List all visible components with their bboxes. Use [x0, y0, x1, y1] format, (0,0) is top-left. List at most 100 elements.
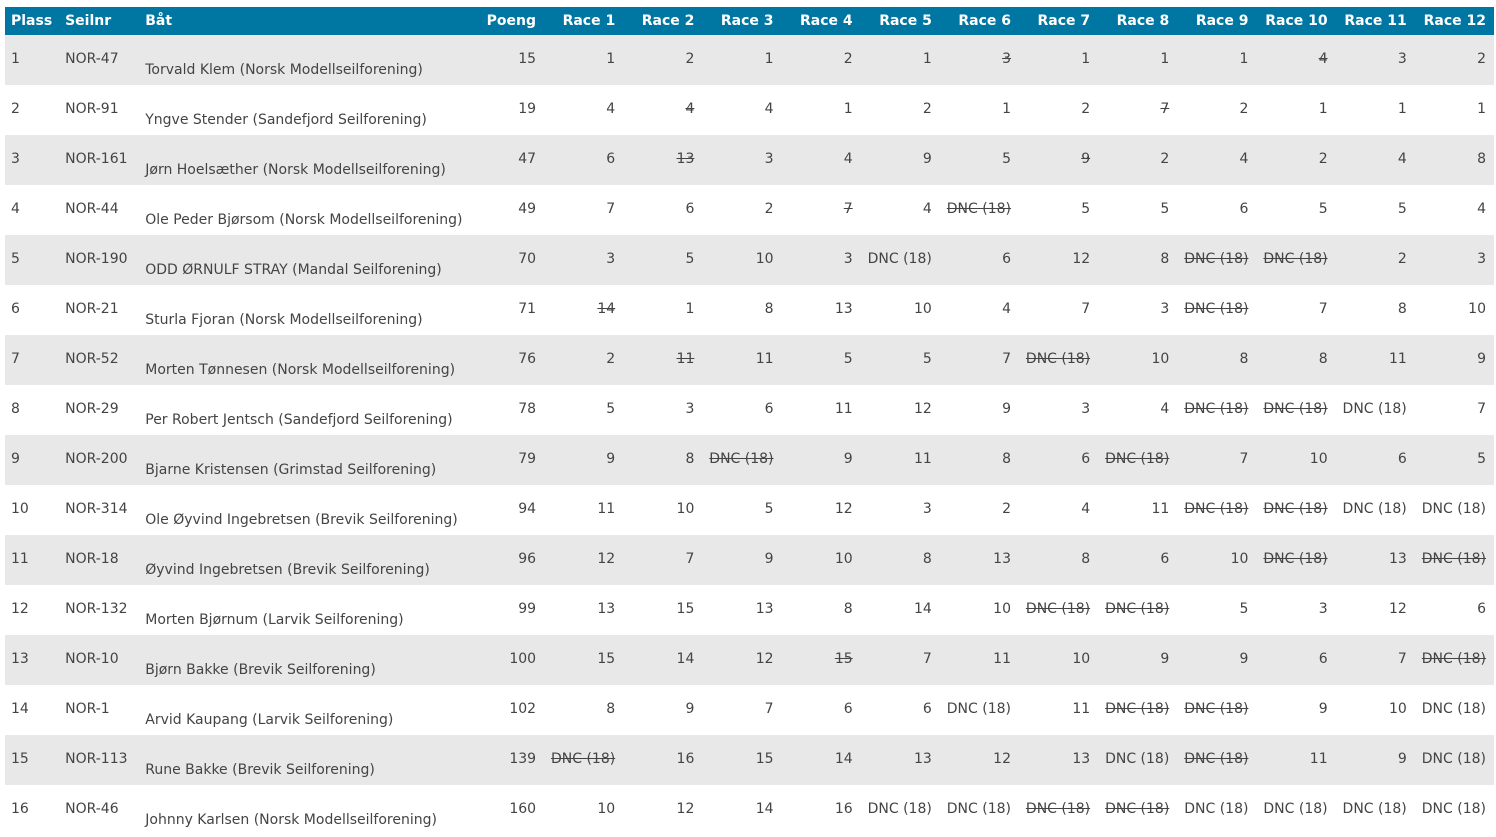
header-baat[interactable]: Båt	[139, 7, 478, 35]
cell-race-1: 15	[544, 635, 623, 685]
header-seilnr[interactable]: Seilnr	[59, 7, 139, 35]
race-score: 3	[606, 251, 616, 267]
race-score: 16	[676, 751, 695, 767]
header-poeng[interactable]: Poeng	[478, 7, 544, 35]
discarded-score: DNC (18)	[1184, 401, 1249, 417]
cell-race-3: 4	[702, 85, 781, 135]
cell-race-9: DNC (18)	[1177, 685, 1256, 735]
race-score: 13	[834, 301, 853, 317]
header-race-5[interactable]: Race 5	[861, 7, 940, 35]
cell-race-6: 6	[940, 235, 1019, 285]
race-score: 10	[1072, 651, 1091, 667]
cell-race-10: DNC (18)	[1256, 385, 1335, 435]
race-score: 9	[922, 151, 932, 167]
cell-race-3: 15	[702, 735, 781, 785]
cell-boat: Bjarne Kristensen (Grimstad Seilforening…	[145, 462, 437, 478]
race-score: 9	[1477, 351, 1486, 367]
race-score: 4	[922, 201, 932, 217]
race-score: 6	[606, 151, 616, 167]
cell-race-3: DNC (18)	[702, 435, 781, 485]
cell-race-1: 8	[544, 685, 623, 735]
race-score: 8	[1239, 351, 1249, 367]
header-plass[interactable]: Plass	[5, 7, 59, 35]
header-race-4[interactable]: Race 4	[782, 7, 861, 35]
cell-race-5: 12	[861, 385, 940, 435]
cell-seilnr: NOR-113	[65, 751, 128, 767]
race-score: 4	[1081, 501, 1091, 517]
cell-race-8: 6	[1098, 535, 1177, 585]
cell-plass: 3	[11, 151, 20, 167]
discarded-score: DNC (18)	[1421, 651, 1486, 667]
race-score: 11	[1309, 751, 1328, 767]
cell-race-8: DNC (18)	[1098, 785, 1177, 835]
race-score: DNC (18)	[1421, 801, 1486, 817]
header-race-6[interactable]: Race 6	[940, 7, 1019, 35]
header-race-1[interactable]: Race 1	[544, 7, 623, 35]
cell-race-3: 12	[702, 635, 781, 685]
race-score: 8	[843, 601, 853, 617]
cell-race-6: 8	[940, 435, 1019, 485]
race-score: 2	[1002, 501, 1011, 517]
race-score: DNC (18)	[946, 701, 1011, 717]
table-row: 2 NOR-91 Yngve Stender (Sandefjord Seilfor…	[5, 85, 1494, 135]
race-score: 2	[1397, 251, 1407, 267]
cell-race-3: 9	[702, 535, 781, 585]
cell-race-7: 2	[1019, 85, 1098, 135]
discarded-score: DNC (18)	[1184, 701, 1249, 717]
race-score: 12	[755, 651, 774, 667]
header-race-8[interactable]: Race 8	[1098, 7, 1177, 35]
discarded-score: 13	[676, 151, 695, 167]
race-score: 7	[1081, 301, 1091, 317]
header-race-2[interactable]: Race 2	[623, 7, 702, 35]
cell-race-11: 6	[1336, 435, 1415, 485]
race-score: 2	[922, 101, 932, 117]
race-score: 3	[1160, 301, 1170, 317]
cell-race-5: 5	[861, 335, 940, 385]
cell-race-7: DNC (18)	[1019, 335, 1098, 385]
discarded-score: DNC (18)	[1263, 251, 1328, 267]
cell-race-1: 10	[544, 785, 623, 835]
cell-poeng: 160	[509, 801, 537, 817]
race-score: 9	[1318, 701, 1328, 717]
cell-race-7: DNC (18)	[1019, 785, 1098, 835]
header-race-7[interactable]: Race 7	[1019, 7, 1098, 35]
cell-poeng: 19	[518, 101, 537, 117]
race-score: 10	[993, 601, 1011, 617]
race-score: 6	[1477, 601, 1486, 617]
discarded-score: 9	[1081, 151, 1091, 167]
race-score: 10	[1388, 701, 1407, 717]
race-score: 7	[1318, 301, 1328, 317]
cell-poeng: 71	[518, 301, 537, 317]
race-score: 5	[685, 251, 695, 267]
header-race-9[interactable]: Race 9	[1177, 7, 1256, 35]
discarded-score: DNC (18)	[1184, 501, 1249, 517]
cell-race-6: 3	[940, 35, 1019, 85]
header-race-11[interactable]: Race 11	[1336, 7, 1415, 35]
header-race-10[interactable]: Race 10	[1256, 7, 1335, 35]
cell-race-10: DNC (18)	[1256, 785, 1335, 835]
race-score: 11	[914, 451, 932, 467]
cell-poeng: 100	[509, 651, 537, 667]
cell-seilnr: NOR-52	[65, 351, 119, 367]
race-score: 3	[1081, 401, 1091, 417]
cell-race-12: DNC (18)	[1415, 635, 1494, 685]
header-race-3[interactable]: Race 3	[702, 7, 781, 35]
race-score: 5	[764, 501, 774, 517]
discarded-score: DNC (18)	[946, 201, 1011, 217]
header-race-12[interactable]: Race 12	[1415, 7, 1494, 35]
cell-race-9: DNC (18)	[1177, 385, 1256, 435]
race-score: 2	[1081, 101, 1091, 117]
cell-plass: 10	[11, 501, 29, 517]
race-score: 7	[1239, 451, 1249, 467]
cell-race-9: DNC (18)	[1177, 235, 1256, 285]
cell-race-11: 10	[1336, 685, 1415, 735]
discarded-score: DNC (18)	[1105, 601, 1170, 617]
race-score: 8	[764, 301, 774, 317]
cell-plass: 7	[11, 351, 20, 367]
discarded-score: 4	[685, 101, 695, 117]
race-score: DNC (18)	[1342, 501, 1407, 517]
discarded-score: DNC (18)	[1184, 251, 1249, 267]
cell-race-4: 6	[782, 685, 861, 735]
cell-race-11: DNC (18)	[1336, 385, 1415, 435]
race-score: 9	[1002, 401, 1011, 417]
